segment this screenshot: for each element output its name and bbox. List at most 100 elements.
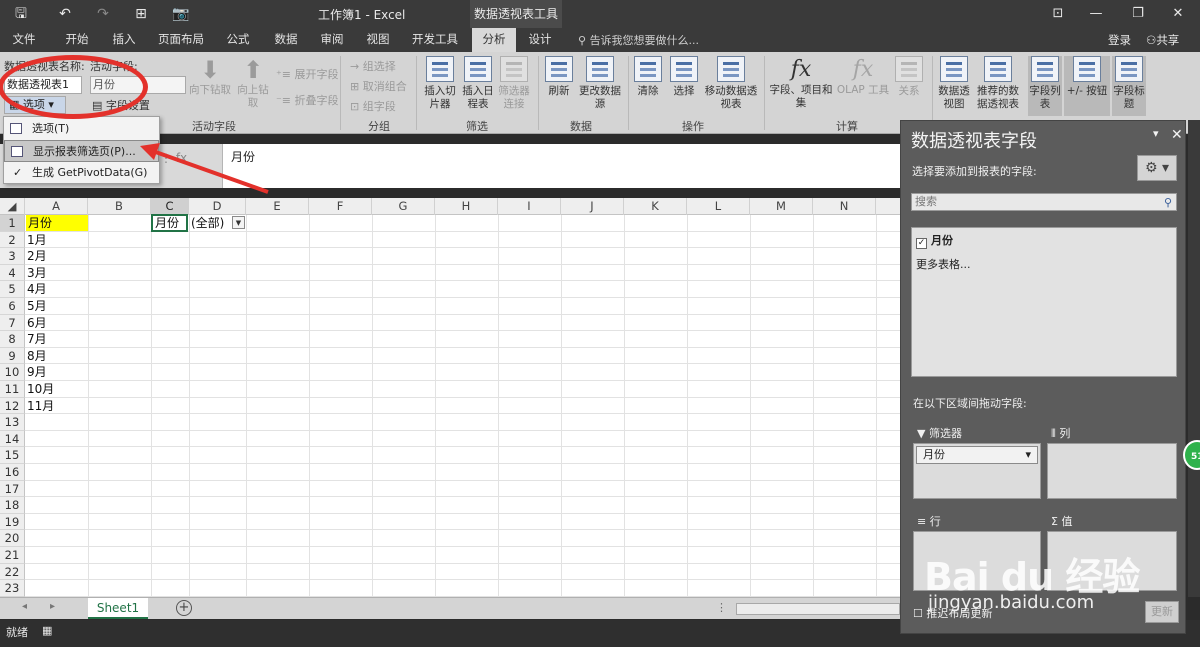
macro-record-icon[interactable]: ▦ (42, 624, 52, 637)
scroll-left-icon[interactable]: ◂ (22, 601, 27, 612)
column-header[interactable]: B (88, 198, 151, 215)
cell-a9[interactable]: 8月 (27, 348, 47, 364)
row-header[interactable]: 9 (0, 347, 25, 365)
cell-a2[interactable]: 1月 (27, 232, 47, 248)
row-header[interactable]: 15 (0, 447, 25, 464)
plus-minus-buttons-button[interactable]: +/- 按钮 (1064, 56, 1110, 116)
column-header[interactable]: I (498, 198, 561, 215)
close-button[interactable]: ✕ (1156, 0, 1200, 28)
cell-a8[interactable]: 7月 (27, 331, 47, 347)
undo-icon[interactable]: ↶ (54, 4, 76, 24)
worksheet-grid[interactable]: ◢ A B C D E F G H I J K L M N 1234567891… (0, 198, 900, 597)
row-header[interactable]: 10 (0, 364, 25, 381)
fields-items-sets-button[interactable]: fx 字段、项目和集 (766, 56, 836, 110)
row-header[interactable]: 4 (0, 264, 25, 282)
row-header[interactable]: 13 (0, 414, 25, 431)
formula-input[interactable]: 月份 (222, 144, 900, 188)
pivot-name-input[interactable]: 数据透视表1 (4, 76, 82, 94)
column-header[interactable]: A (25, 198, 88, 215)
cell-a5[interactable]: 4月 (27, 281, 47, 297)
field-item-yuefen[interactable]: ✓ 月份 (916, 232, 953, 249)
cell-a7[interactable]: 6月 (27, 315, 47, 331)
cell-a10[interactable]: 9月 (27, 364, 47, 380)
select-all-corner[interactable]: ◢ (0, 198, 25, 215)
filter-chip-yuefen[interactable]: 月份 ▾ (916, 446, 1038, 464)
column-header[interactable]: K (624, 198, 687, 215)
values-drop-area[interactable] (1047, 531, 1177, 591)
expand-field-button[interactable]: ⁺≡ 展开字段 (276, 66, 339, 82)
field-headers-button[interactable]: 字段标题 (1112, 56, 1146, 116)
close-icon[interactable]: ✕ (1171, 127, 1183, 143)
field-list-button[interactable]: 字段列表 (1028, 56, 1062, 116)
scroll-right-icon[interactable]: ▸ (50, 601, 55, 612)
row-header[interactable]: 23 (0, 580, 25, 597)
search-icon[interactable]: ⚲ (1164, 195, 1172, 211)
row-header[interactable]: 20 (0, 530, 25, 547)
field-search-input[interactable]: 搜索 ⚲ (911, 193, 1177, 211)
tab-insert[interactable]: 插入 (104, 28, 144, 52)
camera-icon[interactable]: 📷 (170, 4, 192, 24)
row-header[interactable]: 17 (0, 480, 25, 498)
field-settings-button[interactable]: ▤ 字段设置 (92, 97, 150, 113)
cell-a4[interactable]: 3月 (27, 265, 47, 281)
group-selection-button[interactable]: → 组选择 (350, 58, 396, 74)
row-header[interactable]: 8 (0, 331, 25, 348)
defer-update-checkbox[interactable]: ☐ 推迟布局更新 (913, 605, 992, 621)
sheet-tab-sheet1[interactable]: Sheet1 (88, 598, 148, 619)
add-sheet-icon[interactable]: + (176, 600, 192, 616)
pane-menu-icon[interactable]: ▾ (1153, 127, 1159, 140)
insert-timeline-button[interactable]: 插入日程表 (460, 56, 496, 111)
print-preview-icon[interactable]: ⊞ (130, 4, 152, 24)
select-button[interactable]: 选择 (668, 56, 700, 98)
columns-drop-area[interactable] (1047, 443, 1177, 499)
row-header[interactable]: 7 (0, 314, 25, 332)
insert-slicer-button[interactable]: 插入切片器 (420, 56, 460, 111)
horizontal-scrollbar[interactable] (736, 603, 900, 615)
cell-a12[interactable]: 11月 (27, 398, 54, 414)
share-button[interactable]: ⚇共享 (1146, 32, 1179, 48)
menu-item-show-report-filter-pages[interactable]: 显示报表筛选页(P)... (4, 140, 159, 162)
options-dropdown-button[interactable]: ▦ 选项 ▾ (4, 96, 66, 114)
tab-formulas[interactable]: 公式 (218, 28, 258, 52)
tell-me-search[interactable]: ⚲ 告诉我您想要做什么... (578, 32, 699, 48)
relationships-button[interactable]: 关系 (892, 56, 926, 98)
tab-developer[interactable]: 开发工具 (406, 28, 464, 52)
column-header[interactable]: N (813, 198, 876, 215)
tab-view[interactable]: 视图 (358, 28, 398, 52)
olap-tools-button[interactable]: fx OLAP 工具 (836, 56, 890, 97)
restore-button[interactable]: ❐ (1116, 0, 1160, 28)
row-header[interactable]: 11 (0, 381, 25, 398)
ungroup-button[interactable]: ⊞ 取消组合 (350, 78, 407, 94)
fx-button[interactable]: ⋮ fx (160, 146, 220, 170)
row-header[interactable]: 12 (0, 397, 25, 415)
change-source-button[interactable]: 更改数据源 (578, 56, 622, 111)
row-header[interactable]: 22 (0, 563, 25, 581)
column-header[interactable]: E (246, 198, 309, 215)
row-header[interactable]: 21 (0, 547, 25, 564)
column-header[interactable]: G (372, 198, 435, 215)
tab-design[interactable]: 设计 (520, 28, 560, 52)
filter-connections-button[interactable]: 筛选器连接 (496, 56, 532, 111)
pivot-chart-button[interactable]: 数据透视图 (934, 56, 974, 111)
collapse-field-button[interactable]: ⁻≡ 折叠字段 (276, 92, 339, 108)
row-header[interactable]: 2 (0, 231, 25, 249)
tab-review[interactable]: 审阅 (312, 28, 352, 52)
tab-file[interactable]: 文件 (4, 28, 44, 52)
tab-home[interactable]: 开始 (56, 28, 98, 52)
row-header[interactable]: 16 (0, 464, 25, 481)
tab-page-layout[interactable]: 页面布局 (152, 28, 210, 52)
move-pivot-button[interactable]: 移动数据透视表 (702, 56, 760, 111)
column-header[interactable]: H (435, 198, 498, 215)
column-header[interactable]: M (750, 198, 813, 215)
row-header[interactable]: 6 (0, 298, 25, 315)
recommended-pivots-button[interactable]: 推荐的数据透视表 (974, 56, 1022, 111)
gear-icon[interactable]: ⚙ ▾ (1137, 155, 1177, 181)
row-header[interactable]: 14 (0, 430, 25, 448)
filter-dropdown-icon[interactable]: ▼ (232, 216, 245, 229)
redo-icon[interactable]: ↷ (92, 4, 114, 24)
cell-c1[interactable]: 月份 (151, 214, 188, 232)
minimize-button[interactable]: — (1074, 0, 1118, 28)
save-icon[interactable]: 🖫 (10, 4, 32, 24)
menu-item-generate-getpivotdata[interactable]: ✓ 生成 GetPivotData(G) (4, 162, 159, 184)
group-field-button[interactable]: ⊡ 组字段 (350, 98, 396, 114)
